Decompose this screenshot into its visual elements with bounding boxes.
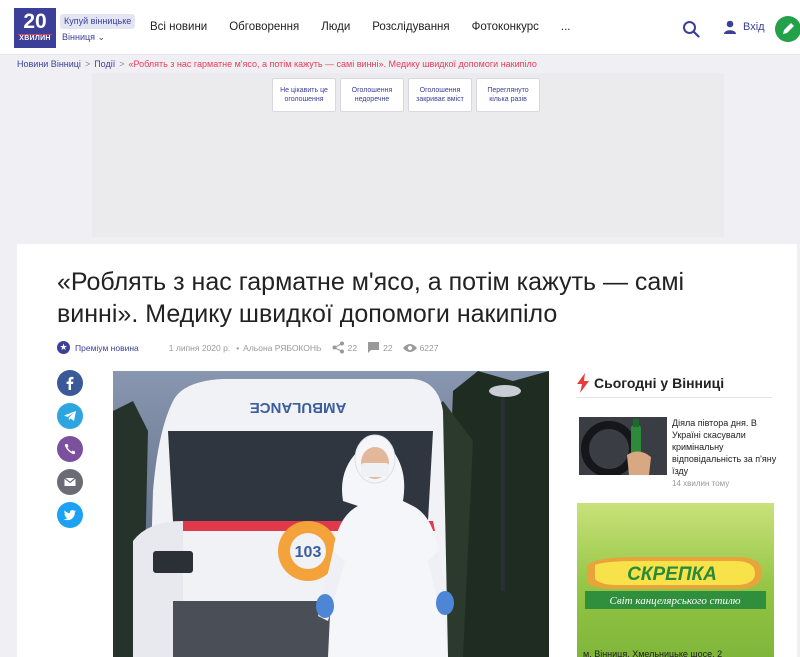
- skrepka-logo: СКРЕПКА Світ канцелярського стилю: [585, 557, 766, 609]
- write-post-button[interactable]: [775, 16, 800, 42]
- banner-tagline: Світ канцелярського стилю: [609, 595, 740, 607]
- breadcrumb: Новини Вінниці > Події > «Роблять з нас гарм…: [17, 59, 537, 69]
- article-date: 1 липня 2020 р.: [168, 342, 231, 353]
- telegram-icon: [64, 411, 76, 421]
- sidebar-news-image[interactable]: [579, 417, 667, 475]
- article-photo[interactable]: AMBULANCE 103: [113, 371, 549, 657]
- nav-item-all-news[interactable]: Всі новини: [150, 21, 207, 33]
- twitter-icon: [63, 510, 76, 521]
- svg-text:103: 103: [295, 544, 322, 561]
- breadcrumb-separator: >: [84, 59, 91, 69]
- ad-feedback-inappropriate[interactable]: Оголошення недоречне: [340, 78, 404, 112]
- share-count-value: 22: [347, 342, 358, 353]
- comment-icon: [368, 342, 380, 353]
- article-container: «Роблять з нас гарматне м'ясо, а потім к…: [17, 244, 797, 657]
- today-section-heading[interactable]: Сьогодні у Вінниці: [576, 373, 724, 393]
- share-buttons: [57, 370, 83, 528]
- pencil-icon: [783, 23, 794, 34]
- article-author[interactable]: Альона РЯБОКОНЬ: [243, 343, 321, 353]
- nav-item-discussions[interactable]: Обговорення: [229, 21, 299, 33]
- twitter-share-button[interactable]: [57, 502, 83, 528]
- buy-local-button[interactable]: Купуй вінницьке: [60, 14, 136, 29]
- logo-number: 20: [23, 10, 47, 33]
- site-logo[interactable]: 20 ХВИЛИН: [14, 8, 56, 48]
- main-nav: Всі новини Обговорення Люди Розслідуванн…: [150, 21, 570, 33]
- email-share-button[interactable]: [57, 469, 83, 495]
- ad-feedback-not-interested[interactable]: Не цікавить це оголошення: [272, 78, 336, 112]
- facebook-share-button[interactable]: [57, 370, 83, 396]
- share-count[interactable]: 22: [332, 341, 357, 354]
- banner-address: м. Вінниця, Хмельницьке шосе, 2: [583, 649, 723, 657]
- login-button[interactable]: Вхід: [723, 20, 765, 34]
- city-selector[interactable]: Вінниця ⌄: [62, 32, 105, 43]
- site-header: 20 ХВИЛИН Купуй вінницьке Вінниця ⌄ Всі …: [0, 0, 800, 55]
- nav-item-people[interactable]: Люди: [321, 21, 350, 33]
- article-meta: ★ Преміум новина 1 липня 2020 р. • Альон…: [57, 341, 439, 354]
- view-count: 6227: [402, 342, 439, 353]
- search-icon[interactable]: [682, 20, 700, 38]
- premium-label: Преміум новина: [75, 342, 139, 353]
- author-separator: •: [236, 342, 240, 353]
- breadcrumb-home-link[interactable]: Новини Вінниці: [17, 59, 81, 69]
- share-icon: [332, 341, 344, 354]
- ad-feedback-seen-multiple[interactable]: Переглянуто кілька разів: [476, 78, 540, 112]
- facebook-icon: [66, 376, 74, 390]
- viber-share-button[interactable]: [57, 436, 83, 462]
- nav-item-investigations[interactable]: Розслідування: [372, 21, 449, 33]
- nav-more-button[interactable]: ...: [561, 21, 571, 33]
- sidebar-news-time: 14 хвилин тому: [672, 479, 730, 488]
- lightning-icon: [577, 373, 589, 393]
- comment-count-value: 22: [383, 342, 393, 353]
- ad-banner[interactable]: СКРЕПКА Світ канцелярського стилю м. Він…: [577, 503, 774, 657]
- login-label: Вхід: [743, 21, 765, 33]
- sidebar-news-title[interactable]: Дiяла півтора дня. В Україні скасували к…: [672, 417, 787, 477]
- premium-badge[interactable]: ★ Преміум новина: [57, 341, 139, 354]
- ad-block: Не цікавить це оголошення Оголошення нед…: [92, 73, 724, 237]
- email-icon: [64, 477, 76, 486]
- viber-icon: [64, 444, 75, 455]
- view-count-value: 6227: [419, 342, 439, 353]
- nav-item-photo-contest[interactable]: Фотоконкурс: [472, 21, 539, 33]
- star-icon: ★: [57, 341, 70, 354]
- breadcrumb-current: «Роблять з нас гарматне м'ясо, а потім к…: [128, 59, 537, 69]
- today-heading-text: Сьогодні у Вінниці: [594, 375, 725, 391]
- article-title: «Роблять з нас гарматне м'ясо, а потім к…: [57, 268, 685, 328]
- car-steering-illustration: [579, 417, 667, 475]
- logo-subtitle: ХВИЛИН: [18, 34, 52, 42]
- ad-feedback-buttons: Не цікавить це оголошення Оголошення нед…: [272, 78, 540, 112]
- ad-feedback-covers-content[interactable]: Оголошення закриває вміст: [408, 78, 472, 112]
- sidebar-divider: [576, 397, 772, 398]
- breadcrumb-separator: >: [119, 59, 125, 69]
- banner-brand: СКРЕПКА: [627, 564, 717, 585]
- breadcrumb-events-link[interactable]: Події: [94, 59, 115, 69]
- user-icon: [724, 20, 736, 34]
- ambulance-text: AMBULANCE: [250, 399, 347, 416]
- comment-count[interactable]: 22: [367, 341, 393, 354]
- eye-icon: [402, 343, 417, 352]
- ambulance-medic-illustration: AMBULANCE 103: [113, 371, 549, 657]
- telegram-share-button[interactable]: [57, 403, 83, 429]
